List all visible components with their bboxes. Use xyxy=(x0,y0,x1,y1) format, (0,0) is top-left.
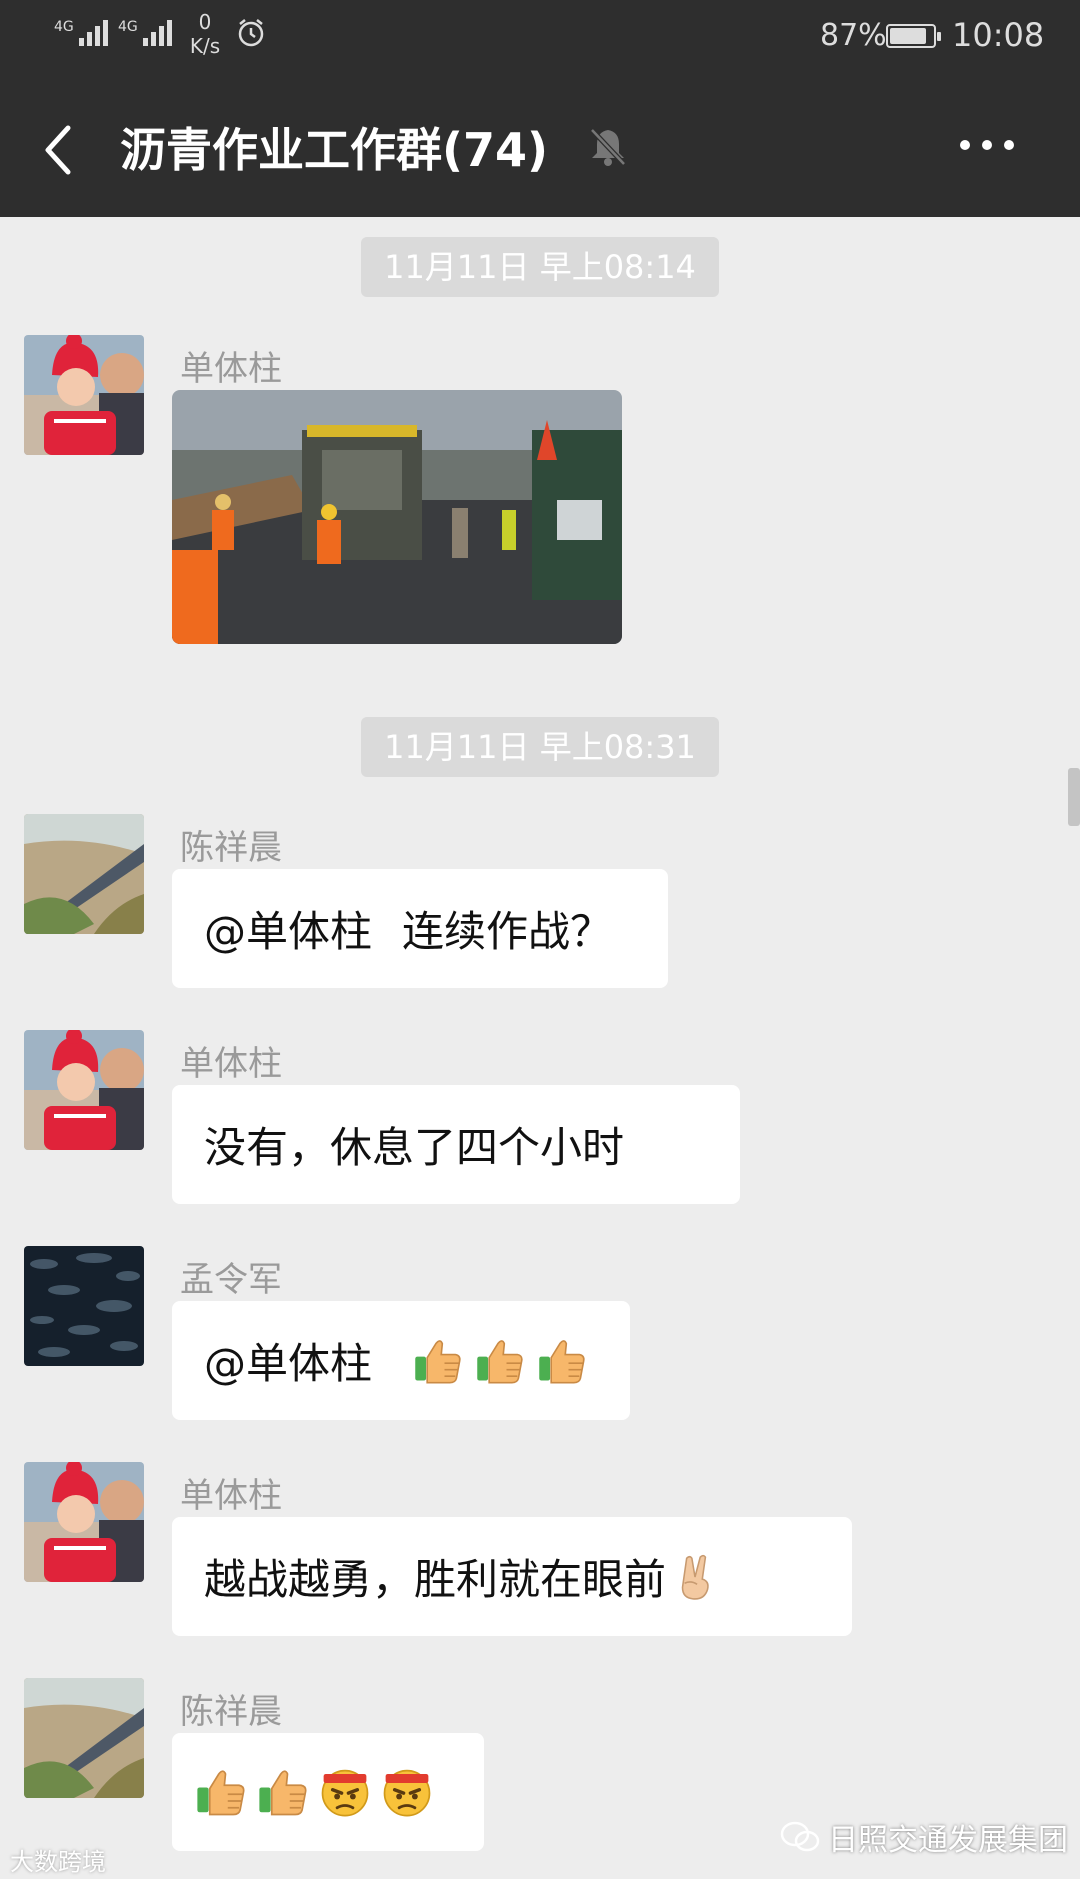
watermark-right: 日照交通发展集团 xyxy=(780,1815,1068,1859)
avatar[interactable] xyxy=(24,814,144,934)
alarm-icon xyxy=(238,19,264,47)
thumbs-up-icon xyxy=(474,1335,526,1387)
signal-icon: 4G xyxy=(118,20,172,46)
watermark-left: 大数跨境 xyxy=(10,1842,106,1877)
network-speed: 0 K/s xyxy=(180,10,230,58)
avatar[interactable] xyxy=(24,1246,144,1366)
thumbs-up-icon xyxy=(412,1335,464,1387)
message-bubble[interactable]: 越战越勇，胜利就在眼前 xyxy=(172,1517,852,1636)
avatar[interactable] xyxy=(24,1030,144,1150)
timestamp: 11月11日 早上08:14 xyxy=(361,237,719,297)
mention-text: @单体柱 xyxy=(204,1339,373,1388)
thumbs-up-icon xyxy=(536,1335,588,1387)
message-text: 越战越勇，胜利就在眼前 xyxy=(204,1555,667,1604)
more-options-button[interactable] xyxy=(960,140,1014,150)
message-bubble[interactable] xyxy=(172,1733,484,1851)
signal-label: 4G xyxy=(54,19,74,35)
sender-name: 单体柱 xyxy=(180,349,282,389)
signal-icon: 4G xyxy=(54,20,108,46)
status-bar: 4G 4G 0 K/s 87% 10:08 xyxy=(0,0,1080,80)
mute-bell-icon xyxy=(590,128,626,166)
determined-face-icon xyxy=(318,1765,372,1819)
message-bubble[interactable]: @单体柱 xyxy=(172,1301,630,1420)
sender-name: 单体柱 xyxy=(180,1044,282,1084)
mention-text: @单体柱 xyxy=(204,907,373,956)
watermark-left-text: 大数跨境 xyxy=(10,1848,106,1876)
sender-name: 单体柱 xyxy=(180,1476,282,1516)
message-text: 连续作战？ xyxy=(402,907,613,956)
status-time: 10:08 xyxy=(952,16,1045,54)
avatar[interactable] xyxy=(24,335,144,455)
network-speed-unit: K/s xyxy=(189,34,221,58)
battery-percent: 87% xyxy=(820,18,887,53)
message-text: 没有，休息了四个小时 xyxy=(204,1123,625,1172)
watermark-right-text: 日照交通发展集团 xyxy=(828,1823,1068,1858)
sender-name: 陈祥晨 xyxy=(180,1692,282,1732)
signal-label: 4G xyxy=(118,19,138,35)
chat-header: 沥青作业工作群(74) xyxy=(0,80,1080,217)
message-bubble[interactable]: 没有，休息了四个小时 xyxy=(172,1085,740,1204)
victory-hand-icon xyxy=(670,1551,720,1603)
back-arrow-icon[interactable] xyxy=(38,120,82,180)
battery-fill xyxy=(890,28,927,44)
sender-name: 陈祥晨 xyxy=(180,828,282,868)
thumbs-up-icon xyxy=(194,1765,248,1819)
battery-icon xyxy=(886,24,941,48)
scrollbar[interactable] xyxy=(1068,768,1080,826)
avatar[interactable] xyxy=(24,1462,144,1582)
message-bubble[interactable]: @单体柱 连续作战？ xyxy=(172,869,668,988)
sender-name: 孟令军 xyxy=(180,1260,282,1300)
chat-title: 沥青作业工作群(74) xyxy=(120,123,549,177)
timestamp: 11月11日 早上08:31 xyxy=(361,717,719,777)
top-bar: 4G 4G 0 K/s 87% 10:08 沥青作业工作群(74) xyxy=(0,0,1080,217)
network-speed-value: 0 xyxy=(198,10,212,34)
avatar[interactable] xyxy=(24,1678,144,1798)
determined-face-icon xyxy=(380,1765,434,1819)
asphalt-paving-photo[interactable] xyxy=(172,390,622,644)
wechat-logo-icon xyxy=(780,1821,820,1852)
thumbs-up-icon xyxy=(256,1765,310,1819)
